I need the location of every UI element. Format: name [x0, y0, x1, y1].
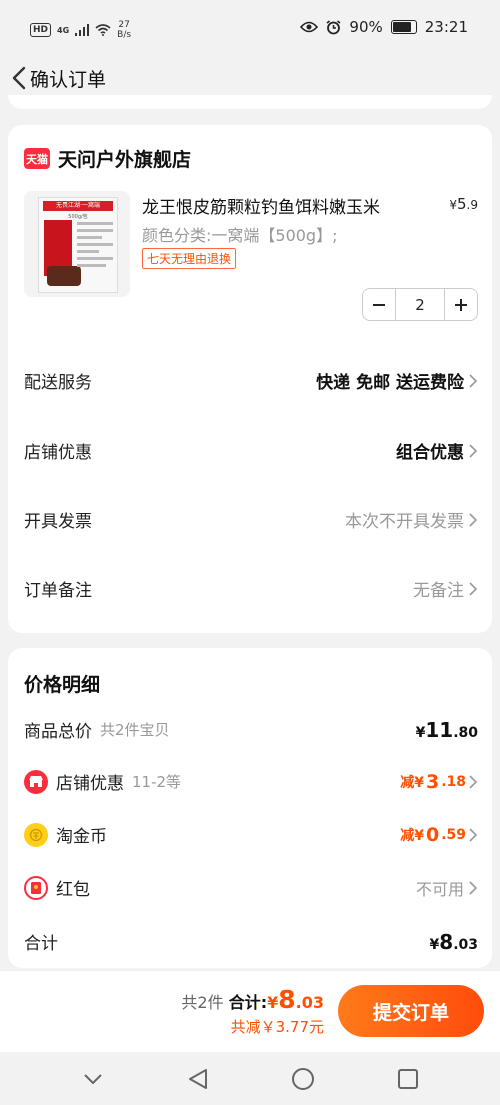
coin-label: 淘金币	[56, 827, 107, 847]
goods-total-amount: ¥11.80	[415, 717, 478, 742]
chevron-down-icon	[83, 1073, 102, 1084]
order-note-label: 订单备注	[24, 581, 92, 601]
minus-icon	[373, 303, 385, 306]
row-sum: 合计 ¥8.03	[24, 929, 478, 955]
battery-percent: 90%	[349, 18, 383, 36]
return-policy-tag: 七天无理由退换	[142, 248, 237, 269]
nav-home-button[interactable]	[283, 1059, 323, 1099]
status-bar: HD 4G 27 B/s 90% 23:21	[0, 0, 500, 58]
checkout-bar: 共2件 合计:¥8.03 共减￥3.77元 提交订单	[0, 970, 500, 1053]
row-invoice[interactable]: 开具发票 本次不开具发票	[24, 507, 478, 532]
package-text-lines	[77, 222, 113, 271]
store-name: 天问户外旗舰店	[58, 149, 192, 171]
row-taobao-coin[interactable]: 淘金币 减¥ 0.59	[24, 822, 478, 847]
package-bait	[47, 266, 81, 286]
goods-count: 共2件宝贝	[100, 721, 170, 739]
alarm-icon	[326, 19, 341, 34]
network-label: 4G	[57, 25, 70, 35]
row-shop-discount[interactable]: 店铺优惠 11-2等 减¥ 3.18	[24, 769, 478, 794]
store-discount-label: 店铺优惠	[24, 443, 92, 463]
price-detail-title: 价格明细	[24, 674, 101, 696]
product-title[interactable]: 龙王恨皮筋颗粒钓鱼饵料嫩玉米	[142, 193, 422, 218]
coin-amount: 减¥ 0.59	[400, 824, 478, 846]
shop-discount-amount: 减¥ 3.18	[400, 771, 478, 793]
chevron-right-icon	[469, 581, 478, 596]
invoice-label: 开具发票	[24, 512, 92, 532]
chevron-right-icon	[469, 880, 478, 895]
chevron-right-icon	[469, 373, 478, 388]
coin-icon	[24, 822, 48, 847]
total-amount: ¥8.03	[267, 985, 324, 1014]
quantity-value[interactable]: 2	[395, 289, 445, 320]
system-nav-bar	[0, 1052, 500, 1105]
net-speed: 27 B/s	[117, 20, 132, 40]
product-variant: 颜色分类:一窝端【500g】;	[142, 226, 338, 245]
square-recents-icon	[397, 1068, 418, 1089]
eye-icon	[300, 21, 319, 33]
decrease-button[interactable]	[363, 289, 395, 320]
store-discount-value: 组合优惠	[396, 438, 478, 463]
order-note-value: 无备注	[413, 576, 478, 601]
clock: 23:21	[424, 18, 468, 36]
store-header[interactable]: 天猫 天问户外旗舰店	[24, 145, 191, 172]
package-weight: 500g/包	[68, 214, 88, 220]
wifi-icon	[95, 24, 111, 36]
red-packet-icon	[24, 875, 48, 900]
red-packet-label: 红包	[56, 880, 90, 900]
chevron-right-icon	[469, 443, 478, 458]
submit-order-button[interactable]: 提交订单	[338, 985, 484, 1037]
saved-amount: 共减￥3.77元	[230, 1018, 324, 1036]
shop-icon	[24, 769, 48, 794]
price-detail-card: 价格明细 商品总价 共2件宝贝 ¥11.80 店铺优惠 11-2等 减¥ 3.18…	[8, 648, 492, 968]
nav-down-button[interactable]	[73, 1059, 113, 1099]
nav-back-button[interactable]	[178, 1059, 218, 1099]
goods-total-label: 商品总价	[24, 722, 92, 742]
chevron-right-icon	[469, 774, 478, 789]
sum-amount: ¥8.03	[429, 929, 478, 954]
total-label: 合计:	[228, 993, 268, 1012]
item-count: 共2件	[181, 993, 224, 1012]
shop-discount-label: 店铺优惠	[56, 774, 124, 794]
product-package: 无畏江湖·一窝端 500g/包	[38, 197, 118, 293]
increase-button[interactable]	[445, 289, 477, 320]
plus-icon	[455, 298, 467, 311]
invoice-value: 本次不开具发票	[345, 507, 478, 532]
row-order-note[interactable]: 订单备注 无备注	[24, 576, 478, 601]
product-price: ¥5.9	[449, 195, 478, 213]
sum-label: 合计	[24, 934, 58, 954]
row-red-packet[interactable]: 红包 不可用	[24, 875, 478, 900]
store-card: 天猫 天问户外旗舰店 无畏江湖·一窝端 500g/包 龙王恨皮筋颗粒钓鱼饵料嫩玉…	[8, 125, 492, 633]
delivery-value: 快递 免邮 送运费险	[316, 368, 478, 393]
address-card-edge	[8, 95, 492, 109]
row-goods-total: 商品总价 共2件宝贝 ¥11.80	[24, 717, 478, 743]
chevron-right-icon	[469, 827, 478, 842]
shop-discount-rule: 11-2等	[132, 773, 182, 791]
delivery-label: 配送服务	[24, 373, 92, 393]
quantity-stepper: 2	[362, 288, 478, 321]
red-packet-value: 不可用	[416, 876, 478, 900]
tmall-logo: 天猫	[24, 148, 50, 169]
circle-home-icon	[291, 1067, 314, 1090]
row-delivery[interactable]: 配送服务 快递 免邮 送运费险	[24, 368, 478, 393]
package-banner: 无畏江湖·一窝端	[43, 201, 113, 211]
triangle-back-icon	[188, 1068, 207, 1089]
signal-icon	[75, 24, 90, 36]
hd-badge: HD	[30, 23, 52, 37]
page-title: 确认订单	[30, 69, 107, 91]
chevron-right-icon	[469, 512, 478, 527]
battery-icon	[390, 20, 417, 34]
nav-recents-button[interactable]	[388, 1059, 428, 1099]
row-store-discount[interactable]: 店铺优惠 组合优惠	[24, 438, 478, 463]
product-image[interactable]: 无畏江湖·一窝端 500g/包	[24, 191, 130, 297]
checkout-summary: 共2件 合计:¥8.03 共减￥3.77元	[181, 985, 324, 1037]
